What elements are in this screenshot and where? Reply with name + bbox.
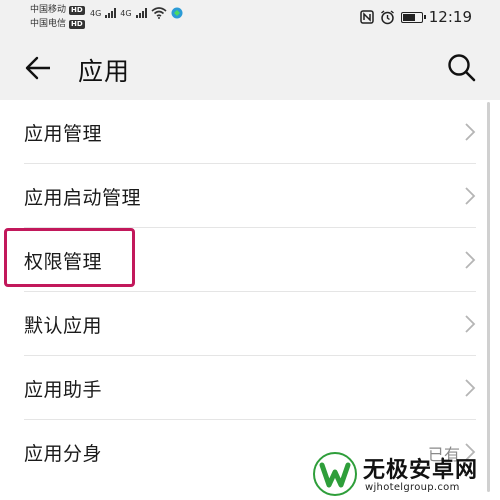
network-icons: 4G 4G xyxy=(90,7,183,19)
item-label: 默认应用 xyxy=(24,315,103,337)
battery-icon xyxy=(400,11,426,23)
highlight-box xyxy=(4,228,135,287)
list-item-app-launch-management[interactable]: 应用启动管理 xyxy=(0,164,500,228)
alarm-icon xyxy=(380,9,394,24)
list-item-default-apps[interactable]: 默认应用 xyxy=(0,292,500,356)
signal-icon xyxy=(105,8,117,18)
signal-icon xyxy=(135,8,147,18)
hd-badge: HD xyxy=(69,19,85,29)
wifi-icon xyxy=(151,7,167,19)
chevron-right-icon xyxy=(465,123,476,141)
watermark-url: wjhotelgroup.com xyxy=(365,482,460,493)
list-item-app-assistant[interactable]: 应用助手 xyxy=(0,356,500,420)
battery-level xyxy=(402,13,415,21)
nfc-icon xyxy=(360,10,374,24)
back-arrow-icon[interactable] xyxy=(24,54,52,82)
status-bar: 中国移动 HD 中国电信 HD 4G 4G 12:19 xyxy=(0,0,500,36)
item-label: 应用分身 xyxy=(24,443,103,465)
chevron-right-icon xyxy=(465,315,476,333)
app-bar: 应用 xyxy=(0,36,500,100)
item-label: 应用管理 xyxy=(24,123,103,145)
settings-list: 应用管理 应用启动管理 权限管理 默认应用 应用助手 应用分身 已有 xyxy=(0,100,500,500)
item-label: 应用助手 xyxy=(24,379,103,401)
scrollbar[interactable] xyxy=(487,102,490,492)
clock: 12:19 xyxy=(428,8,472,26)
chevron-right-icon xyxy=(465,379,476,397)
app-notification-icon xyxy=(171,7,183,19)
chevron-right-icon xyxy=(465,187,476,205)
list-item-app-management[interactable]: 应用管理 xyxy=(0,100,500,164)
page-title: 应用 xyxy=(78,57,131,86)
watermark: 无极安卓网 wjhotelgroup.com xyxy=(305,448,500,500)
item-label: 应用启动管理 xyxy=(24,187,142,209)
carrier-info: 中国移动 HD 中国电信 HD xyxy=(30,3,85,31)
chevron-right-icon xyxy=(465,251,476,269)
carrier-2-label: 中国电信 xyxy=(30,19,67,29)
logo-icon xyxy=(313,452,357,496)
search-icon[interactable] xyxy=(446,52,476,82)
net-type-label: 4G xyxy=(90,8,102,18)
net-type-label: 4G xyxy=(120,8,132,18)
hd-badge: HD xyxy=(69,5,85,15)
carrier-1-label: 中国移动 xyxy=(30,5,67,15)
status-right: 12:19 xyxy=(360,8,472,26)
watermark-title: 无极安卓网 xyxy=(363,458,479,483)
